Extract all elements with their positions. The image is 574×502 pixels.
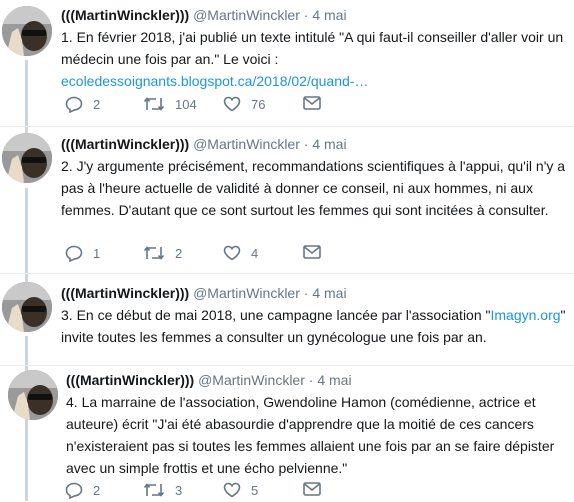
tweet[interactable]: (((MartinWinckler))) @MartinWinckler · 4… [0, 127, 574, 272]
retweet-count: 104 [175, 96, 197, 112]
retweet-button[interactable]: 104 [143, 96, 197, 112]
tweet-text: 4. La marraine de l'association, Gwendol… [66, 394, 555, 476]
like-button[interactable]: 4 [223, 245, 258, 261]
separator-dot: · [303, 7, 309, 23]
tweet-date[interactable]: 4 mai [317, 372, 351, 388]
avatar[interactable] [2, 133, 52, 183]
avatar[interactable] [2, 6, 52, 56]
tweet-link[interactable]: ecoledessoignants.blogspot.ca/2018/02/qu… [61, 73, 368, 89]
like-button[interactable]: 5 [223, 482, 258, 498]
reply-button[interactable]: 2 [65, 96, 100, 113]
tweet-date[interactable]: 4 mai [312, 7, 346, 23]
reply-button[interactable]: 2 [65, 482, 100, 499]
reply-icon [65, 482, 83, 499]
retweet-count: 3 [175, 482, 183, 498]
like-button[interactable]: 76 [223, 96, 265, 112]
tweet-text: 3. En ce début de mai 2018, une campagne… [61, 304, 568, 348]
avatar[interactable] [8, 370, 58, 420]
message-button[interactable] [303, 96, 321, 110]
like-count: 76 [251, 96, 266, 112]
heart-icon [223, 245, 241, 261]
author-name[interactable]: (((MartinWinckler))) [61, 285, 189, 301]
message-button[interactable] [303, 245, 321, 259]
retweet-button[interactable]: 3 [143, 482, 182, 498]
separator-dot: · [303, 285, 309, 301]
heart-icon [223, 482, 241, 498]
reply-count: 2 [93, 483, 101, 498]
heart-icon [223, 96, 241, 112]
retweet-icon [143, 246, 165, 260]
retweet-icon [143, 97, 165, 111]
reply-count: 1 [93, 246, 101, 261]
avatar[interactable] [2, 282, 52, 332]
retweet-icon [143, 483, 165, 497]
like-count: 5 [251, 482, 259, 498]
author-handle[interactable]: @MartinWinckler [198, 372, 305, 388]
tweet-date[interactable]: 4 mai [312, 285, 346, 301]
separator-dot: · [303, 136, 309, 152]
tweet[interactable]: (((MartinWinckler))) @MartinWinckler · 4… [0, 366, 574, 501]
author-name[interactable]: (((MartinWinckler))) [61, 136, 189, 152]
retweet-button[interactable]: 2 [143, 245, 182, 261]
author-handle[interactable]: @MartinWinckler [193, 285, 300, 301]
tweet-text-body: 3. En ce début de mai 2018, une campagne… [61, 307, 491, 323]
author-handle[interactable]: @MartinWinckler [193, 7, 300, 23]
author-handle[interactable]: @MartinWinckler [193, 136, 300, 152]
tweet[interactable]: (((MartinWinckler))) @MartinWinckler · 4… [0, 0, 574, 125]
reply-icon [65, 245, 83, 262]
tweet-date[interactable]: 4 mai [312, 136, 346, 152]
mail-icon [303, 96, 321, 110]
mail-icon [303, 245, 321, 259]
message-button[interactable] [303, 482, 321, 496]
separator-dot: · [308, 372, 314, 388]
tweet-link[interactable]: Imagyn.org [490, 307, 560, 323]
reply-icon [65, 96, 83, 113]
tweet-text-body: 1. En février 2018, j'ai publié un texte… [61, 29, 564, 67]
retweet-count: 2 [175, 245, 183, 261]
tweet-text: 2. J'y argumente précisément, recommanda… [61, 158, 566, 218]
reply-button[interactable]: 1 [65, 245, 100, 262]
author-name[interactable]: (((MartinWinckler))) [66, 372, 194, 388]
author-name[interactable]: (((MartinWinckler))) [61, 7, 189, 23]
like-count: 4 [251, 245, 259, 261]
reply-count: 2 [93, 97, 101, 112]
tweet[interactable]: (((MartinWinckler))) @MartinWinckler · 4… [0, 274, 574, 364]
tweet-text: 1. En février 2018, j'ai publié un texte… [61, 26, 568, 92]
mail-icon [303, 482, 321, 496]
